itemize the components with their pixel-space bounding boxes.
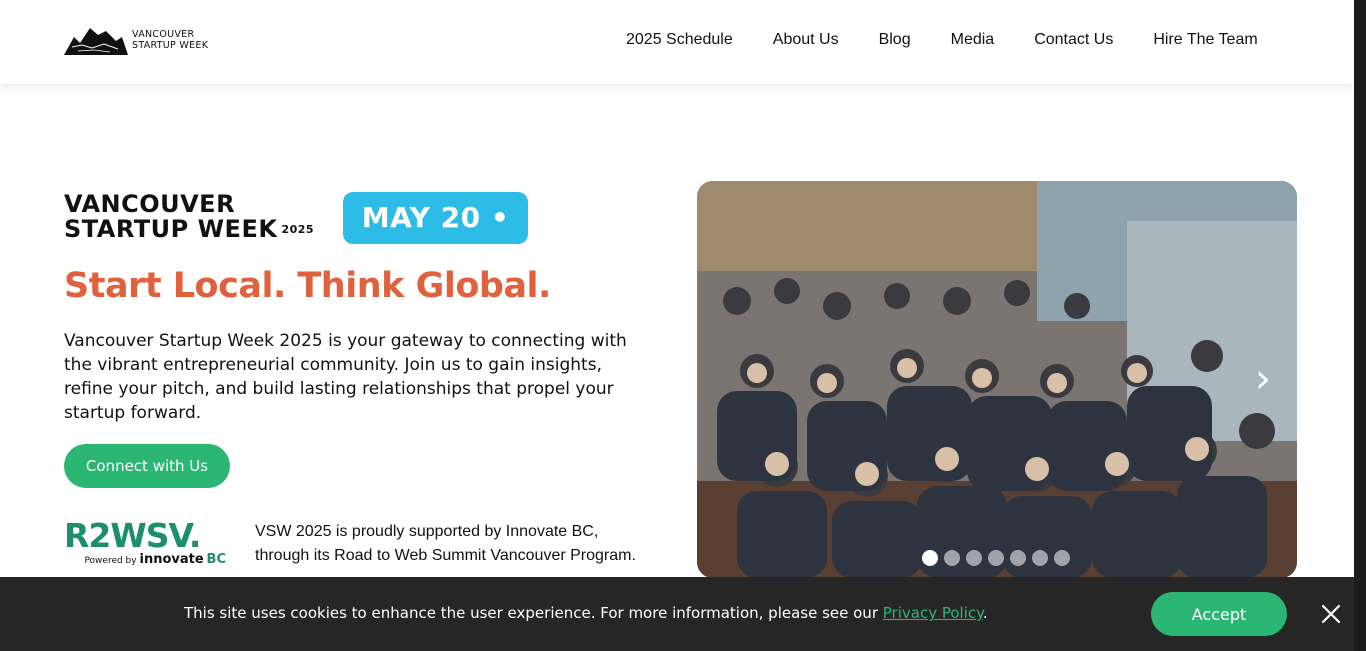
innovate-brand-suffix: BC xyxy=(206,552,226,567)
hero-intro: Vancouver Startup Week 2025 is your gate… xyxy=(64,331,627,423)
nav-schedule[interactable]: 2025 Schedule xyxy=(626,31,733,49)
cookie-banner: This site uses cookies to enhance the us… xyxy=(0,577,1354,651)
nav-media[interactable]: Media xyxy=(951,31,995,49)
cookie-message-text: This site uses cookies to enhance the us… xyxy=(184,604,878,622)
carousel-dot-5[interactable] xyxy=(1010,550,1026,566)
accept-cookies-button[interactable]: Accept xyxy=(1151,592,1287,636)
event-year: 2025 xyxy=(281,223,315,236)
connect-button[interactable]: Connect with Us xyxy=(64,444,230,488)
carousel-dots xyxy=(922,550,1070,566)
nav-blog[interactable]: Blog xyxy=(879,31,911,49)
privacy-policy-link[interactable]: Privacy Policy xyxy=(883,604,983,622)
logo-wordmark: VANCOUVER STARTUP WEEK xyxy=(132,29,208,51)
logo-line-2: STARTUP WEEK xyxy=(132,40,209,51)
hero-tagline: Start Local. Think Global. xyxy=(64,266,551,306)
scrollbar[interactable] xyxy=(1354,0,1366,651)
date-badge: MAY 20 • 23 xyxy=(343,192,528,286)
carousel-dot-4[interactable] xyxy=(988,550,1004,566)
main-nav: 2025 Schedule About Us Blog Media Contac… xyxy=(626,31,1258,49)
partner-logo[interactable]: R2WSV. Powered by innovate BC xyxy=(64,516,226,568)
event-logo-line-2-text: STARTUP WEEK xyxy=(64,215,278,243)
site-header: VANCOUVER STARTUP WEEK 2025 Schedule Abo… xyxy=(0,0,1354,84)
event-logo: VANCOUVER STARTUP WEEK 2025 xyxy=(64,192,314,246)
carousel-dot-3[interactable] xyxy=(966,550,982,566)
carousel-dot-2[interactable] xyxy=(944,550,960,566)
close-icon[interactable] xyxy=(1318,601,1344,627)
event-logo-line-2: STARTUP WEEK 2025 xyxy=(64,217,314,246)
partner-logo-mark: R2WSV. xyxy=(64,516,201,555)
partner-powered-by: Powered by innovate BC xyxy=(64,552,226,567)
cookie-message: This site uses cookies to enhance the us… xyxy=(184,604,988,622)
logo-line-1: VANCOUVER xyxy=(132,29,195,40)
powered-by-label: Powered by xyxy=(84,556,137,566)
event-logo-line-1: VANCOUVER xyxy=(64,190,236,218)
carousel-dot-7[interactable] xyxy=(1054,550,1070,566)
cookie-message-suffix: . xyxy=(982,604,988,622)
site-logo[interactable]: VANCOUVER STARTUP WEEK xyxy=(64,25,208,55)
nav-hire-the-team[interactable]: Hire The Team xyxy=(1153,31,1257,49)
nav-about-us[interactable]: About Us xyxy=(773,31,839,49)
carousel-dot-1[interactable] xyxy=(922,550,938,566)
support-text: VSW 2025 is proudly supported by Innovat… xyxy=(255,523,636,564)
innovate-brand: innovate xyxy=(139,552,204,567)
photo-carousel[interactable]: › xyxy=(697,181,1297,578)
nav-contact-us[interactable]: Contact Us xyxy=(1034,31,1113,49)
carousel-dot-6[interactable] xyxy=(1032,550,1048,566)
audience-photo xyxy=(697,181,1297,578)
carousel-next-button[interactable]: › xyxy=(1255,359,1271,399)
mountain-logo-icon xyxy=(64,28,128,55)
